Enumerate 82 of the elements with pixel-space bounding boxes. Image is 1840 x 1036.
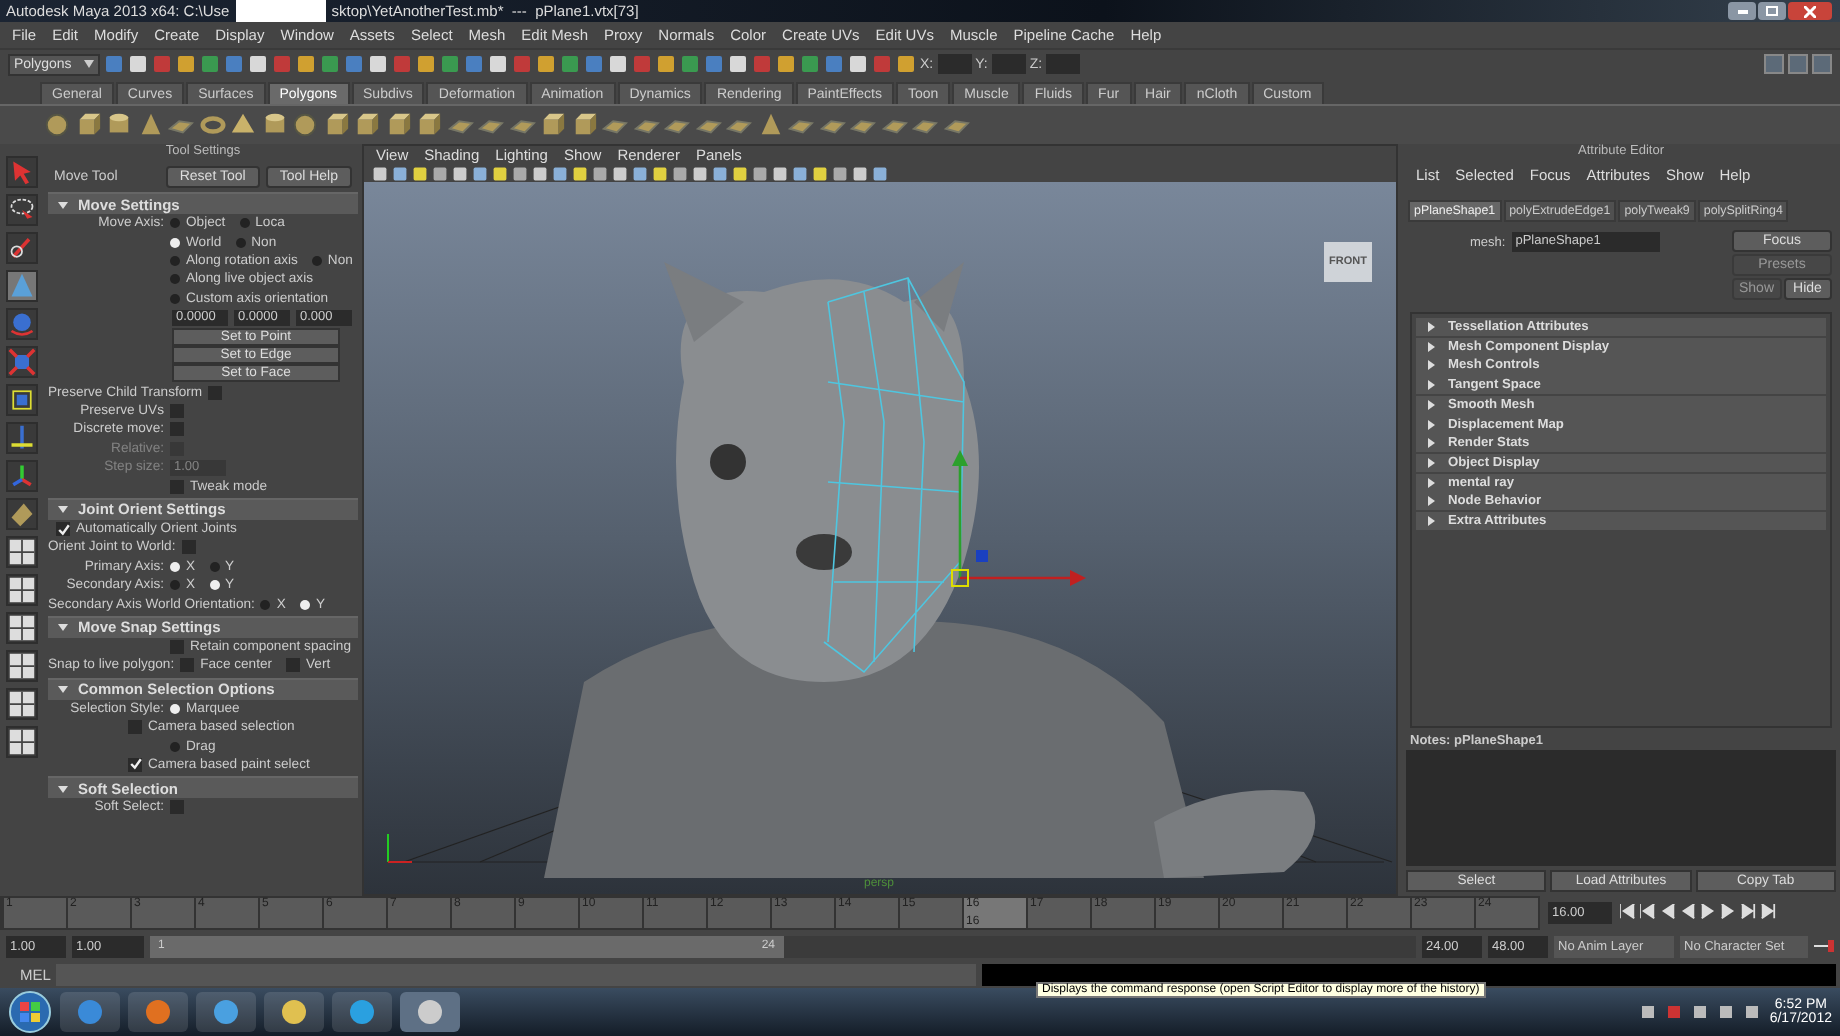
checkbox[interactable] [170, 800, 184, 815]
radio-button[interactable] [239, 218, 250, 229]
radio-button[interactable] [170, 237, 180, 248]
checkbox[interactable] [128, 720, 142, 735]
layout-icon[interactable] [8, 728, 36, 756]
radio-button[interactable] [170, 561, 180, 572]
cube-icon[interactable] [8, 386, 36, 414]
manipulator-icon[interactable] [8, 424, 36, 452]
radio-button[interactable] [170, 580, 180, 591]
layout-icon[interactable] [8, 576, 36, 604]
checkbox[interactable] [170, 640, 184, 654]
sphere-icon[interactable] [292, 112, 318, 138]
radio-button[interactable] [260, 599, 271, 610]
redaction-block [235, 0, 326, 22]
coordinate-field[interactable] [1046, 54, 1081, 74]
layout-icon[interactable] [8, 614, 36, 642]
radio-button[interactable] [170, 218, 180, 229]
layout-icon[interactable] [8, 652, 36, 680]
sphere-icon[interactable] [8, 310, 36, 338]
close-button[interactable] [1788, 2, 1832, 20]
radio-button[interactable] [209, 561, 220, 572]
collapse-arrow-icon[interactable] [58, 783, 68, 794]
checkbox[interactable] [181, 540, 196, 555]
cursor-arrow-icon[interactable] [8, 158, 36, 186]
cube-icon[interactable] [323, 112, 349, 138]
sphere-icon[interactable] [44, 112, 70, 138]
layout-icon[interactable] [8, 538, 36, 566]
cube-icon[interactable] [75, 112, 101, 138]
radio-button[interactable] [209, 580, 220, 591]
radio-button[interactable] [170, 274, 180, 285]
close-icon [1804, 5, 1816, 17]
pyramid-icon[interactable] [230, 112, 256, 138]
checkbox[interactable] [180, 658, 195, 673]
minimize-icon [1737, 9, 1747, 13]
playback-icon[interactable] [1740, 904, 1756, 920]
coordinate-field[interactable] [991, 54, 1026, 74]
radio-button[interactable] [170, 255, 180, 266]
cube-icon[interactable] [416, 112, 442, 138]
radio-button[interactable] [170, 293, 180, 304]
collapse-arrow-icon[interactable] [58, 622, 68, 633]
move-manipulator-drawing [951, 450, 1086, 587]
maximize-button[interactable] [1758, 2, 1786, 20]
collapse-arrow-icon[interactable] [58, 199, 68, 209]
cylinder-icon[interactable] [261, 112, 287, 138]
axis-icon[interactable] [8, 462, 36, 490]
minimize-button[interactable] [1728, 2, 1756, 20]
playback-icon[interactable] [1620, 904, 1636, 920]
cube-icon[interactable] [354, 112, 380, 138]
radio-button[interactable] [311, 255, 322, 266]
checkbox[interactable] [170, 404, 184, 419]
cube-icon[interactable] [385, 112, 411, 138]
coordinate-field[interactable] [937, 54, 972, 74]
maximize-icon [1766, 6, 1778, 16]
cone-icon[interactable] [137, 112, 163, 138]
radio-button[interactable] [170, 703, 180, 714]
checkbox[interactable] [208, 385, 223, 400]
playback-icon[interactable] [1640, 904, 1656, 920]
radio-button[interactable] [299, 599, 310, 610]
lasso-icon[interactable] [8, 196, 36, 224]
cube-icon[interactable] [571, 112, 597, 138]
torus-icon[interactable] [199, 112, 225, 138]
cylinder-icon[interactable] [106, 112, 132, 138]
axis-indicator-icon [387, 833, 413, 863]
brush-icon[interactable] [8, 234, 36, 262]
caret-icon [84, 60, 94, 68]
collapse-arrow-icon[interactable] [58, 684, 68, 695]
checkbox[interactable] [170, 479, 184, 494]
checkbox[interactable] [56, 522, 70, 537]
checkbox[interactable] [170, 422, 184, 437]
cone-icon[interactable] [757, 112, 783, 138]
key-icon[interactable] [1814, 938, 1834, 954]
checkbox[interactable] [128, 757, 142, 772]
radio-button[interactable] [235, 237, 246, 248]
collapse-arrow-icon[interactable] [58, 504, 68, 515]
notes-field[interactable] [1406, 750, 1836, 866]
start-button-icon[interactable] [8, 990, 52, 1034]
checkbox[interactable] [286, 658, 300, 673]
layout-icon[interactable] [8, 690, 36, 718]
playback-icon[interactable] [1760, 904, 1776, 920]
command-input[interactable] [56, 964, 977, 986]
cube-icon[interactable] [540, 112, 566, 138]
radio-button[interactable] [170, 741, 180, 752]
